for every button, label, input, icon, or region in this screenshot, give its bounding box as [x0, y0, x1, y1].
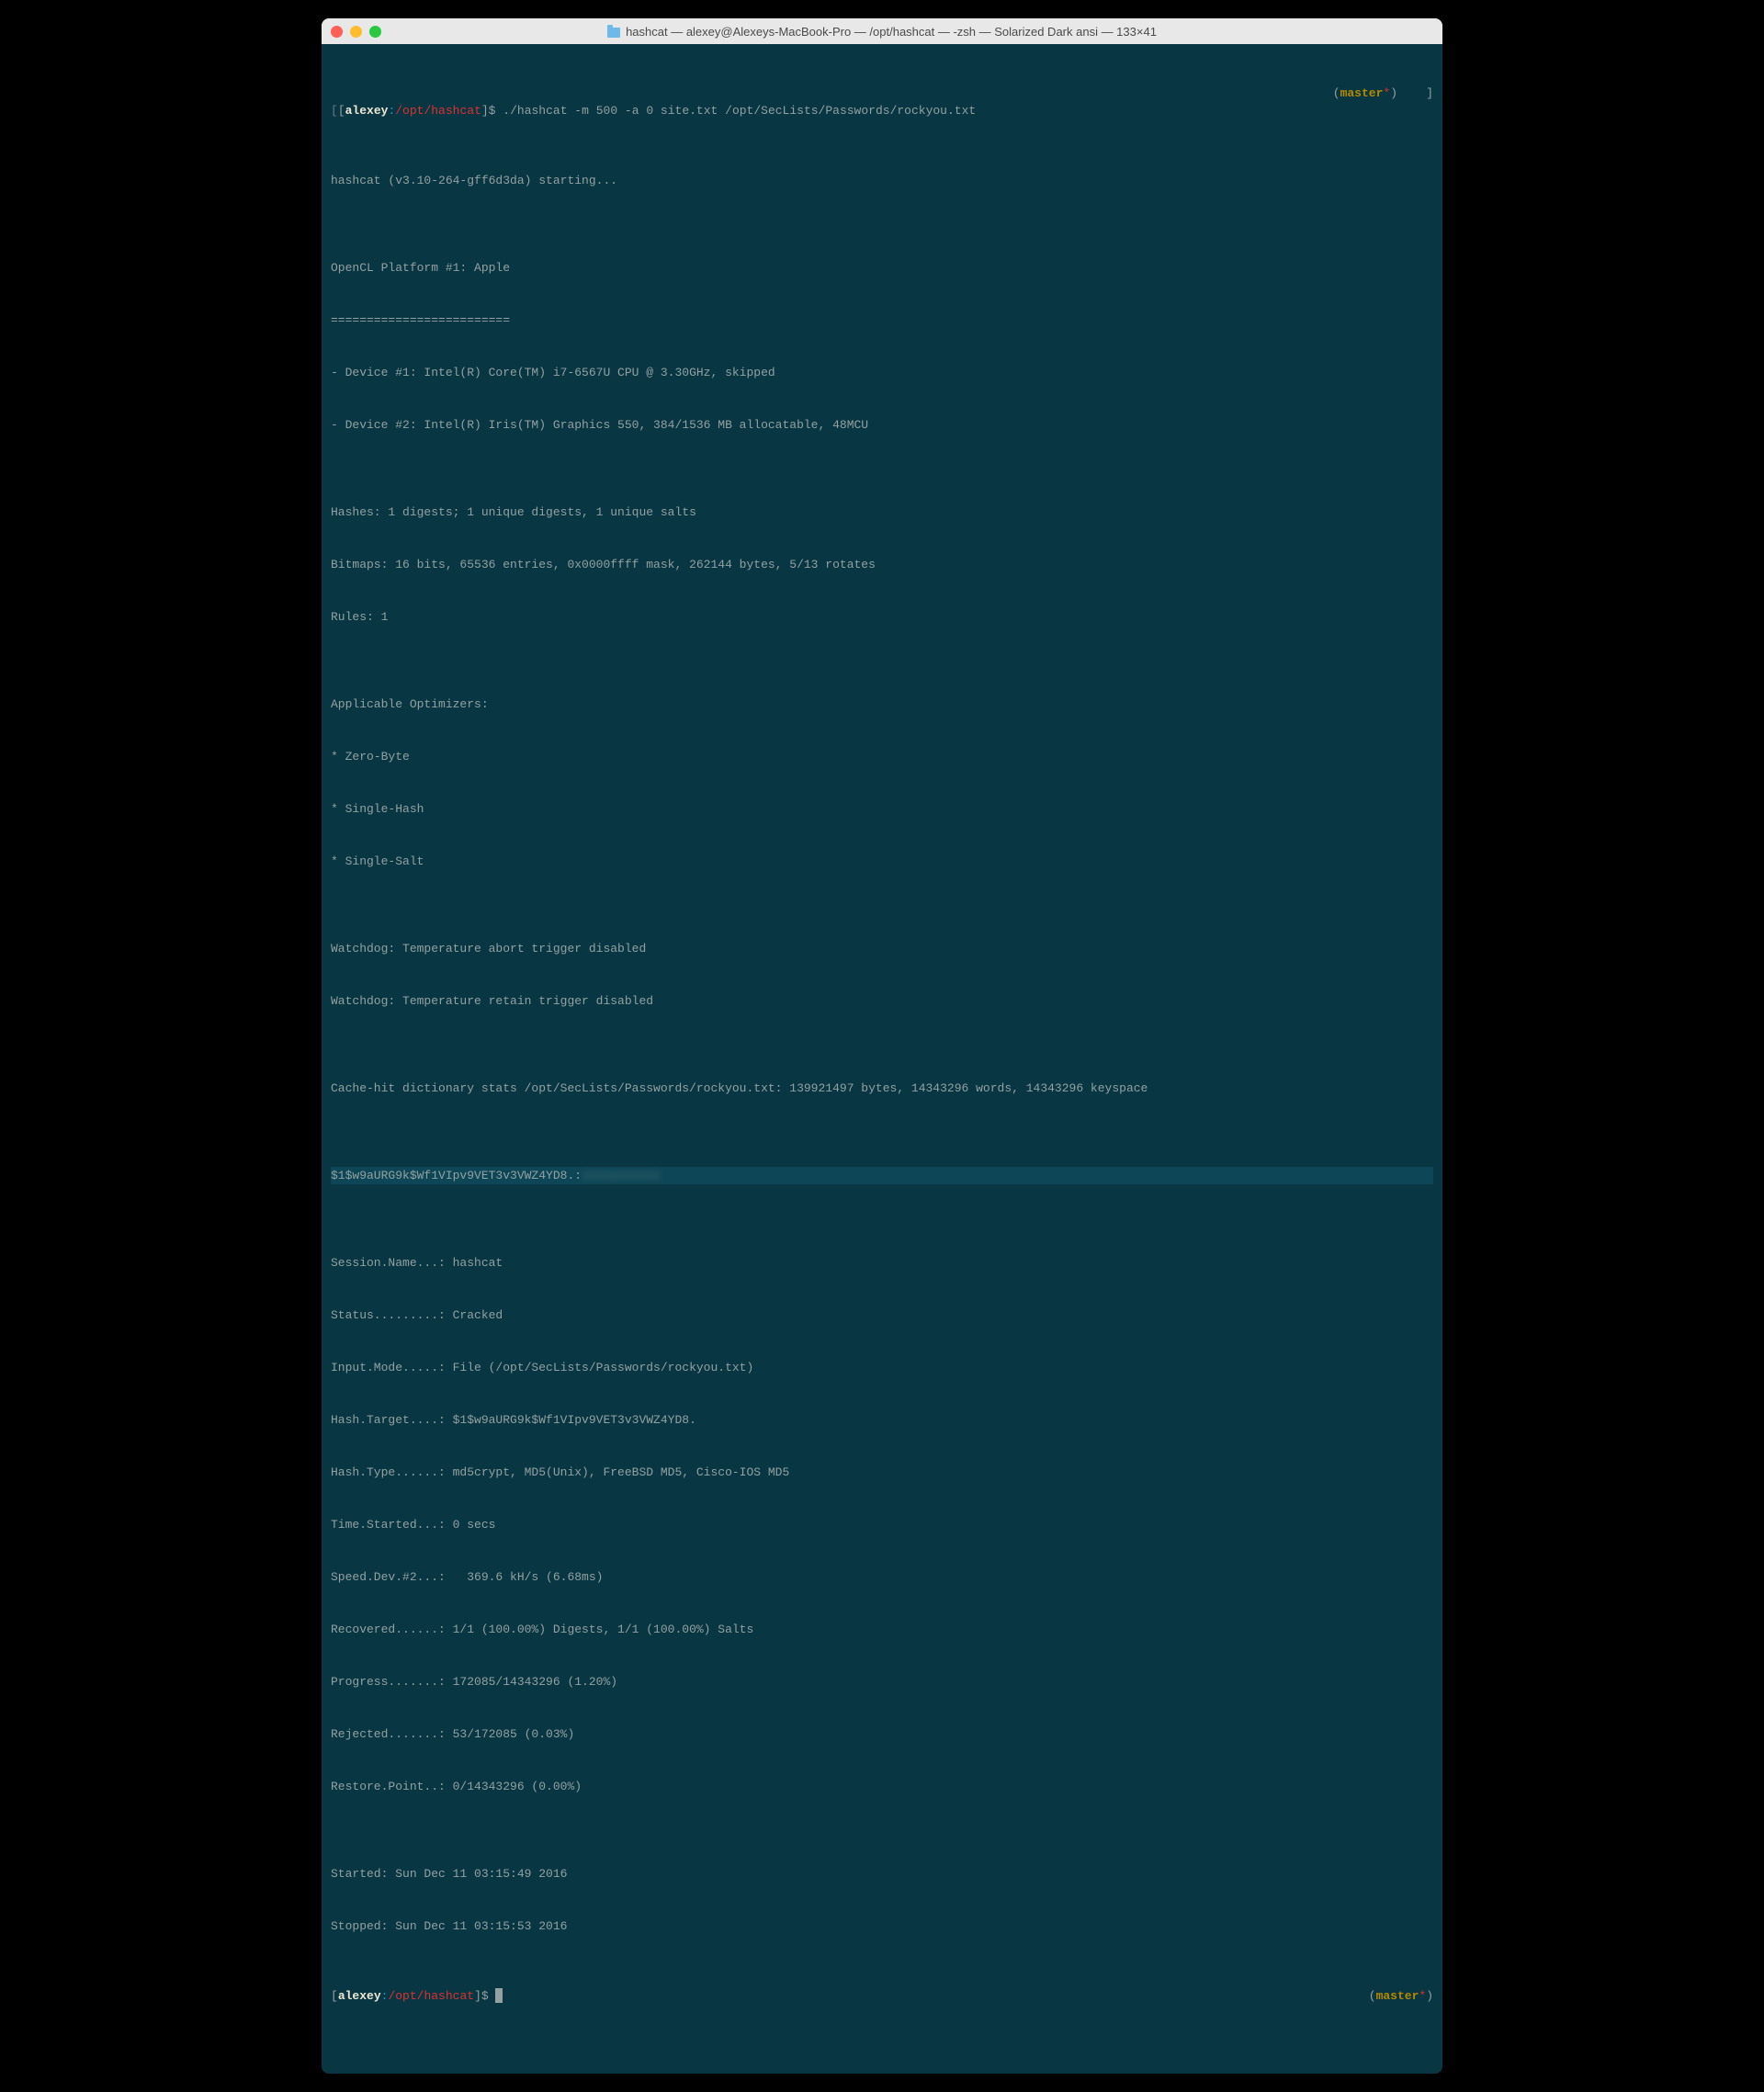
cursor-icon	[495, 1988, 503, 2003]
output-line: Cache-hit dictionary stats /opt/SecLists…	[331, 1080, 1433, 1097]
output-line: Speed.Dev.#2...: 369.6 kH/s (6.68ms)	[331, 1568, 1433, 1586]
output-line: Bitmaps: 16 bits, 65536 entries, 0x0000f…	[331, 556, 1433, 573]
output-line: Hash.Target....: $1$w9aURG9k$Wf1VIpv9VET…	[331, 1411, 1433, 1429]
output-line: Rules: 1	[331, 608, 1433, 626]
output-line: Started: Sun Dec 11 03:15:49 2016	[331, 1865, 1433, 1883]
output-line: Progress.......: 172085/14343296 (1.20%)	[331, 1673, 1433, 1691]
output-line: * Zero-Byte	[331, 748, 1433, 765]
branch-close: )	[1426, 1989, 1433, 2003]
output-line: =========================	[331, 311, 1433, 329]
prompt-user: alexey	[345, 104, 389, 118]
hash-plain: $1$w9aURG9k$Wf1VIpv9VET3v3VWZ4YD8.:	[331, 1169, 582, 1182]
cracked-hash-line: $1$w9aURG9k$Wf1VIpv9VET3v3VWZ4YD8.:xxxxx…	[331, 1167, 1433, 1184]
prompt-path: /opt/hashcat	[388, 1989, 474, 2003]
output-line: * Single-Hash	[331, 800, 1433, 818]
window-title-text: hashcat — alexey@Alexeys-MacBook-Pro — /…	[626, 25, 1157, 39]
git-branch: master	[1376, 1989, 1419, 2003]
prompt-bracket: [	[338, 104, 345, 118]
prompt-line-1: [[alexey:/opt/hashcat]$ ./hashcat -m 500…	[331, 85, 1433, 119]
output-line: Stopped: Sun Dec 11 03:15:53 2016	[331, 1917, 1433, 1935]
maximize-icon[interactable]	[369, 26, 381, 38]
prompt-path: /opt/hashcat	[395, 104, 481, 118]
prompt-sep: :	[381, 1989, 389, 2003]
titlebar[interactable]: hashcat — alexey@Alexeys-MacBook-Pro — /…	[322, 18, 1442, 44]
output-line: * Single-Salt	[331, 853, 1433, 870]
folder-icon	[607, 28, 620, 38]
output-line: OpenCL Platform #1: Apple	[331, 259, 1433, 277]
branch-open: (	[1333, 86, 1340, 100]
prompt-user: alexey	[338, 1989, 381, 2003]
output-line: Watchdog: Temperature abort trigger disa…	[331, 940, 1433, 957]
output-line: Hash.Type......: md5crypt, MD5(Unix), Fr…	[331, 1464, 1433, 1481]
output-line: Applicable Optimizers:	[331, 695, 1433, 713]
prompt-bracket: [	[331, 1989, 338, 2003]
output-line: Session.Name...: hashcat	[331, 1254, 1433, 1272]
output-line: Watchdog: Temperature retain trigger dis…	[331, 992, 1433, 1010]
output-line: Hashes: 1 digests; 1 unique digests, 1 u…	[331, 503, 1433, 521]
prompt-rbracket: ]$	[474, 1989, 495, 2003]
minimize-icon[interactable]	[350, 26, 362, 38]
window-title: hashcat — alexey@Alexeys-MacBook-Pro — /…	[322, 25, 1442, 39]
redacted-password: xxxxxxxxxxx	[582, 1169, 661, 1182]
branch-close: ) ]	[1390, 86, 1433, 100]
output-line: Status.........: Cracked	[331, 1306, 1433, 1324]
branch-open: (	[1369, 1989, 1376, 2003]
prompt-line-2[interactable]: [alexey:/opt/hashcat]$ (master*)	[331, 1987, 1433, 2005]
output-line: - Device #1: Intel(R) Core(TM) i7-6567U …	[331, 364, 1433, 381]
terminal-window: hashcat — alexey@Alexeys-MacBook-Pro — /…	[322, 18, 1442, 2074]
output-line: Rejected.......: 53/172085 (0.03%)	[331, 1725, 1433, 1743]
terminal-body[interactable]: [[alexey:/opt/hashcat]$ ./hashcat -m 500…	[322, 44, 1442, 2074]
output-line: Input.Mode.....: File (/opt/SecLists/Pas…	[331, 1359, 1433, 1376]
output-line: hashcat (v3.10-264-gff6d3da) starting...	[331, 172, 1433, 189]
output-line: Restore.Point..: 0/14343296 (0.00%)	[331, 1778, 1433, 1795]
git-branch: master	[1340, 86, 1384, 100]
command-text: ./hashcat -m 500 -a 0 site.txt /opt/SecL…	[503, 104, 976, 118]
output-line: Recovered......: 1/1 (100.00%) Digests, …	[331, 1621, 1433, 1638]
prompt-rbracket: ]$	[481, 104, 496, 118]
traffic-lights	[331, 26, 381, 38]
close-icon[interactable]	[331, 26, 343, 38]
output-line: Time.Started...: 0 secs	[331, 1516, 1433, 1533]
output-line: - Device #2: Intel(R) Iris(TM) Graphics …	[331, 416, 1433, 434]
